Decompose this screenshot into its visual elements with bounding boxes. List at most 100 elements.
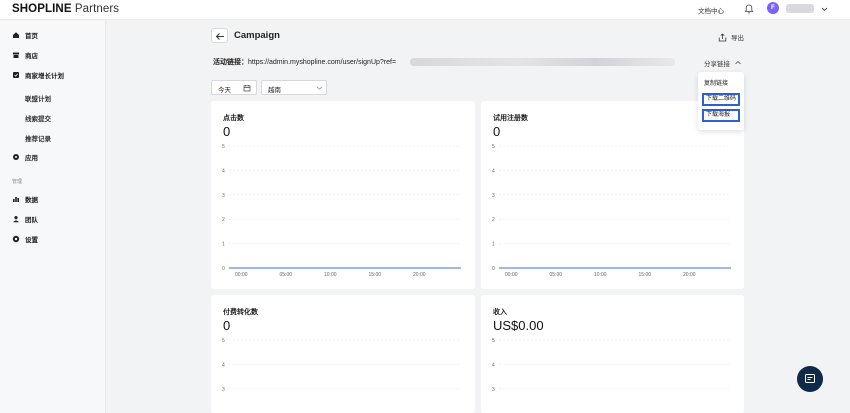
x-tick-label: 05:00 xyxy=(280,272,293,278)
menu-item-download-qr[interactable]: 下载二维码 xyxy=(702,93,740,106)
y-tick-label: 3 xyxy=(222,193,225,199)
export-button[interactable]: 导出 xyxy=(718,32,744,42)
chart-icon xyxy=(13,197,19,202)
y-tick-label: 3 xyxy=(222,387,225,393)
date-filter-button[interactable]: 今天 xyxy=(211,80,257,95)
sidebar-item-label: 首页 xyxy=(25,33,38,40)
share-dropdown-menu: 复制链接 下载二维码 下载海报 xyxy=(698,72,744,130)
x-tick-label: 15:00 xyxy=(639,272,652,278)
clicks-card: 点击数 0 0 1 2 3 4 5 00:00 05:00 10:00 15:00 20:00 xyxy=(211,101,475,289)
y-tick-label: 5 xyxy=(222,144,225,150)
logo-suffix: Partners xyxy=(71,3,120,15)
page-title: Campaign xyxy=(234,30,280,41)
message-icon xyxy=(805,374,815,383)
y-tick-label: 0 xyxy=(492,266,495,272)
x-tick-label: 20:00 xyxy=(683,272,696,278)
logo-brand: SHOPLINE xyxy=(12,3,72,15)
store-icon xyxy=(13,52,19,58)
sidebar-item-apps[interactable]: 应用 xyxy=(0,147,106,167)
y-tick-label: 5 xyxy=(492,338,495,344)
chat-button[interactable] xyxy=(797,366,823,392)
y-tick-label: 4 xyxy=(492,168,495,174)
avatar[interactable]: F xyxy=(767,2,779,14)
settings-icon xyxy=(12,235,20,243)
card-title: 试用注册数 xyxy=(493,115,528,122)
card-value: US$0.00 xyxy=(493,318,544,333)
signups-chart: 0 1 2 3 4 5 00:00 05:00 10:00 15:00 20:00 xyxy=(492,144,731,278)
doc-center-link[interactable]: 文档中心 xyxy=(698,5,724,15)
share-link-button[interactable]: 分享链接 xyxy=(704,58,730,68)
y-tick-label: 4 xyxy=(222,168,225,174)
sidebar-item-label: 应用 xyxy=(25,155,38,162)
back-button[interactable] xyxy=(211,28,228,43)
sidebar-item-home[interactable]: 首页 xyxy=(0,25,106,45)
card-title: 付费转化数 xyxy=(223,309,258,316)
sidebar-item-lead-submit[interactable]: 线索提交 xyxy=(25,113,51,123)
sidebar-item-label: 商家增长计划 xyxy=(25,73,64,80)
card-value: 0 xyxy=(223,124,231,139)
date-filter-label: 今天 xyxy=(218,87,231,94)
x-tick-label: 10:00 xyxy=(324,272,337,278)
region-select-value: 越南 xyxy=(268,87,281,94)
sidebar-item-growth-plan[interactable]: 商家增长计划 xyxy=(0,65,106,85)
y-tick-label: 5 xyxy=(222,338,225,344)
calendar-icon xyxy=(243,85,251,92)
y-tick-label: 0 xyxy=(222,266,225,272)
campaign-link-url[interactable]: https://admin.myshopline.com/user/signUp… xyxy=(248,59,396,66)
sidebar-item-label: 数据 xyxy=(25,197,38,204)
y-tick-label: 2 xyxy=(492,217,495,223)
sidebar-item-store[interactable]: 商店 xyxy=(0,45,106,65)
conversions-card: 付费转化数 0 3 4 5 xyxy=(211,295,475,413)
bell-icon[interactable] xyxy=(743,3,755,15)
sidebar: 首页 商店 商家增长计划 联盟计划 线索提交 推荐记录 应用 管理 数据 团队 … xyxy=(0,21,106,413)
x-tick-label: 10:00 xyxy=(594,272,607,278)
sidebar-item-team[interactable]: 团队 xyxy=(0,209,106,229)
x-tick-label: 00:00 xyxy=(235,272,248,278)
section-manage-label: 管理 xyxy=(12,179,23,185)
menu-item-copy-link[interactable]: 复制链接 xyxy=(702,78,740,91)
clicks-chart: 0 1 2 3 4 5 00:00 05:00 10:00 15:00 20:00 xyxy=(222,144,461,278)
region-select[interactable]: 越南 xyxy=(261,80,327,95)
y-tick-label: 4 xyxy=(492,362,495,368)
y-tick-label: 5 xyxy=(492,144,495,150)
user-name-redacted[interactable] xyxy=(786,4,814,13)
chevron-down-icon[interactable] xyxy=(820,5,829,14)
y-tick-label: 1 xyxy=(492,242,495,248)
card-value: 0 xyxy=(493,124,501,139)
apps-icon xyxy=(13,154,19,160)
x-tick-label: 05:00 xyxy=(550,272,563,278)
x-tick-label: 15:00 xyxy=(369,272,382,278)
revenue-chart: 3 4 5 xyxy=(492,338,731,393)
chevron-down-icon xyxy=(316,86,323,90)
chevron-up-icon[interactable] xyxy=(734,59,742,66)
y-tick-label: 3 xyxy=(492,193,495,199)
y-tick-label: 4 xyxy=(222,362,225,368)
card-value: 0 xyxy=(223,318,231,333)
logo[interactable]: SHOPLINE Partners xyxy=(12,3,119,15)
link-redacted xyxy=(410,58,675,66)
sidebar-item-settings[interactable]: 设置 xyxy=(0,229,106,249)
x-tick-label: 20:00 xyxy=(413,272,426,278)
sidebar-item-affiliate-plan[interactable]: 联盟计划 xyxy=(25,93,51,103)
x-tick-label: 00:00 xyxy=(505,272,518,278)
sidebar-item-data[interactable]: 数据 xyxy=(0,189,106,209)
y-tick-label: 1 xyxy=(222,242,225,248)
team-icon xyxy=(13,216,19,223)
arrow-left-icon xyxy=(215,32,224,40)
sidebar-item-label: 团队 xyxy=(25,217,38,224)
export-label: 导出 xyxy=(731,35,744,42)
revenue-card: 收入 US$0.00 3 4 5 xyxy=(481,295,744,413)
campaign-link-label: 活动链接： xyxy=(213,59,248,66)
y-tick-label: 2 xyxy=(222,217,225,223)
sidebar-item-label: 设置 xyxy=(25,237,38,244)
conversions-chart: 3 4 5 xyxy=(222,338,461,393)
growth-plan-icon xyxy=(13,72,19,78)
top-bar: SHOPLINE Partners 文档中心 F xyxy=(0,0,850,20)
menu-item-download-poster[interactable]: 下载海报 xyxy=(702,109,740,122)
home-icon xyxy=(13,32,19,38)
export-icon xyxy=(718,32,727,41)
card-title: 收入 xyxy=(493,309,507,316)
sidebar-item-referral-records[interactable]: 推荐记录 xyxy=(25,133,51,143)
campaign-link: 活动链接：https://admin.myshopline.com/user/s… xyxy=(213,57,396,67)
y-tick-label: 3 xyxy=(492,387,495,393)
